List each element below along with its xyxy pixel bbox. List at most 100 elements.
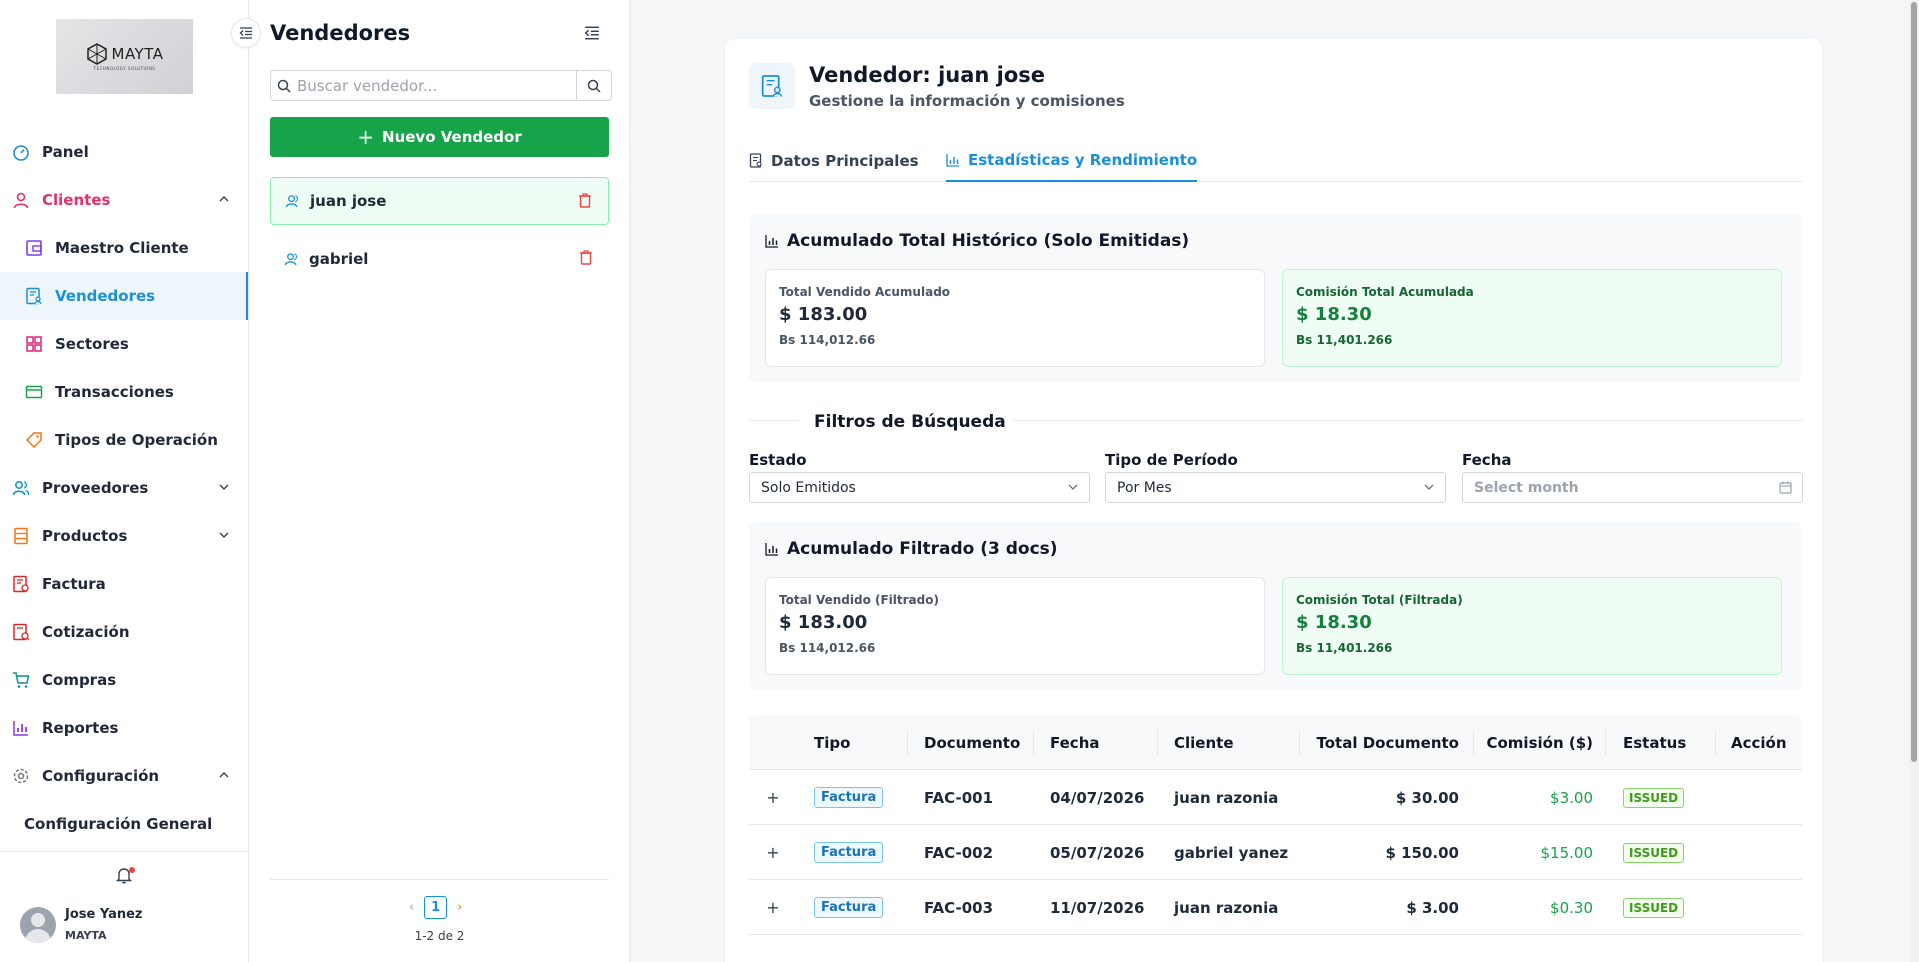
tag-icon xyxy=(25,431,43,449)
sidebar-item-panel[interactable]: Panel xyxy=(0,128,248,176)
sidebar-item-transacciones[interactable]: Transacciones xyxy=(0,368,248,416)
sidebar-item-configuracion-general[interactable]: Configuración General xyxy=(0,800,248,848)
sidebar-item-label: Clientes xyxy=(42,191,111,209)
chevron-down-icon xyxy=(1424,484,1434,490)
documents-table: Tipo Documento Fecha Cliente Total Docum… xyxy=(749,715,1802,935)
search-button[interactable] xyxy=(576,70,612,101)
user-icon xyxy=(284,252,299,267)
estado-select[interactable]: Solo Emitidos xyxy=(749,472,1090,503)
status-badge: ISSUED xyxy=(1623,897,1685,918)
filters-title: Filtros de Búsqueda xyxy=(806,412,1014,432)
sidebar-item-label: Maestro Cliente xyxy=(55,239,189,257)
new-vendor-button[interactable]: + Nuevo Vendedor xyxy=(270,117,609,157)
sidebar-item-cotizacion[interactable]: Cotización xyxy=(0,608,248,656)
page-number[interactable]: 1 xyxy=(424,896,448,919)
chevron-right-icon[interactable]: › xyxy=(457,900,462,915)
quote-icon xyxy=(12,623,30,641)
notification-dot xyxy=(129,867,135,873)
bar-chart-icon xyxy=(765,543,778,556)
summary-title-text: Acumulado Total Histórico (Solo Emitidas… xyxy=(787,231,1190,251)
chevron-down-icon xyxy=(1068,484,1078,490)
list-pagination: ‹ 1 › xyxy=(409,896,462,919)
tab-label: Estadísticas y Rendimiento xyxy=(968,150,1198,169)
sidebar-item-productos[interactable]: Productos xyxy=(0,512,248,560)
status-badge: ISSUED xyxy=(1623,842,1685,863)
delete-icon[interactable] xyxy=(579,250,593,265)
sidebar-item-label: Proveedores xyxy=(42,479,149,497)
cell-comision: $3.00 xyxy=(1550,788,1593,807)
cell-comision: $0.30 xyxy=(1550,898,1593,917)
user-name: Jose Yanez xyxy=(65,907,143,922)
column-header-tipo[interactable]: Tipo xyxy=(814,715,850,770)
delete-icon[interactable] xyxy=(578,193,592,208)
sidebar-item-reportes[interactable]: Reportes xyxy=(0,704,248,752)
expand-row-icon[interactable]: + xyxy=(766,843,780,862)
user-icon xyxy=(12,191,30,209)
cell-total: $ 3.00 xyxy=(1406,898,1459,917)
tab-label: Datos Principales xyxy=(771,151,919,170)
sidebar-item-tipos-operacion[interactable]: Tipos de Operación xyxy=(0,416,248,464)
filter-label: Tipo de Período xyxy=(1105,451,1238,469)
vendor-search-input[interactable] xyxy=(297,76,611,95)
wallet-icon xyxy=(25,239,43,257)
sidebar-item-configuracion[interactable]: Configuración xyxy=(0,752,248,800)
file-icon xyxy=(749,153,762,168)
filter-label: Fecha xyxy=(1462,451,1512,469)
sidebar-item-sectores[interactable]: Sectores xyxy=(0,320,248,368)
avatar[interactable] xyxy=(20,907,56,943)
sidebar-item-label: Tipos de Operación xyxy=(55,431,218,449)
cell-fecha: 04/07/2026 xyxy=(1050,788,1145,807)
sidebar-item-maestro-cliente[interactable]: Maestro Cliente xyxy=(0,224,248,272)
column-header-documento[interactable]: Documento xyxy=(924,715,1020,770)
chevron-down-icon xyxy=(219,532,229,538)
expand-row-icon[interactable]: + xyxy=(766,898,780,917)
sidebar-item-vendedores[interactable]: Vendedores xyxy=(0,272,248,320)
column-header-total[interactable]: Total Documento xyxy=(1299,715,1460,770)
vendor-name: gabriel xyxy=(309,250,369,268)
column-header-comision[interactable]: Comisión ($) xyxy=(1473,715,1593,770)
column-header-estatus[interactable]: Estatus xyxy=(1623,715,1686,770)
cell-total: $ 30.00 xyxy=(1395,788,1459,807)
column-header-cliente[interactable]: Cliente xyxy=(1174,715,1234,770)
cell-fecha: 11/07/2026 xyxy=(1050,898,1145,917)
filtered-sold-stat: Total Vendido (Filtrado) $ 183.00 Bs 114… xyxy=(765,577,1265,675)
cell-documento: FAC-003 xyxy=(924,898,994,917)
column-header-accion: Acción xyxy=(1731,733,1787,752)
periodo-select[interactable]: Por Mes xyxy=(1105,472,1446,503)
sidebar-item-clientes[interactable]: Clientes xyxy=(0,176,248,224)
cell-cliente: juan razonia xyxy=(1174,898,1279,917)
search-icon xyxy=(587,79,601,93)
menu-fold-icon[interactable] xyxy=(584,25,600,41)
sidebar-item-compras[interactable]: Compras xyxy=(0,656,248,704)
tab-datos-principales[interactable]: Datos Principales xyxy=(749,139,919,182)
sidebar-item-factura[interactable]: Factura xyxy=(0,560,248,608)
grid-icon xyxy=(25,335,43,353)
vendor-name: juan jose xyxy=(310,192,387,210)
tab-estadisticas[interactable]: Estadísticas y Rendimiento xyxy=(946,139,1198,182)
vendor-list-item[interactable]: juan jose xyxy=(270,177,609,225)
company-logo[interactable]: MAYTA TECHNOLOGY SOLUTIONS xyxy=(56,19,193,94)
historic-summary: Acumulado Total Histórico (Solo Emitidas… xyxy=(749,213,1802,383)
expand-row-icon[interactable]: + xyxy=(766,788,780,807)
cell-comision: $15.00 xyxy=(1540,843,1594,862)
month-picker[interactable]: Select month xyxy=(1462,472,1803,503)
sidebar-item-proveedores[interactable]: Proveedores xyxy=(0,464,248,512)
scrollbar-thumb[interactable] xyxy=(1911,2,1917,762)
stat-value: $ 183.00 xyxy=(779,612,868,633)
cell-documento: FAC-002 xyxy=(924,843,994,862)
sidebar: MAYTA TECHNOLOGY SOLUTIONS Panel Cliente… xyxy=(0,0,249,962)
stat-value: $ 18.30 xyxy=(1296,304,1372,325)
periodo-filter: Tipo de Período Por Mes xyxy=(1105,451,1446,503)
vendor-list-item[interactable]: gabriel xyxy=(270,235,609,283)
cart-icon xyxy=(12,671,30,689)
team-icon xyxy=(12,479,30,497)
sidebar-collapse-button[interactable] xyxy=(231,18,261,48)
page-scrollbar[interactable] xyxy=(1909,0,1919,962)
calendar-icon xyxy=(1779,481,1792,494)
plus-icon: + xyxy=(357,125,375,149)
doc-type-badge: Factura xyxy=(814,897,884,918)
column-header-fecha[interactable]: Fecha xyxy=(1050,715,1100,770)
chevron-left-icon[interactable]: ‹ xyxy=(409,900,414,915)
bar-chart-icon xyxy=(12,719,30,737)
table-row: + Factura FAC-002 05/07/2026 gabriel yan… xyxy=(749,825,1802,880)
